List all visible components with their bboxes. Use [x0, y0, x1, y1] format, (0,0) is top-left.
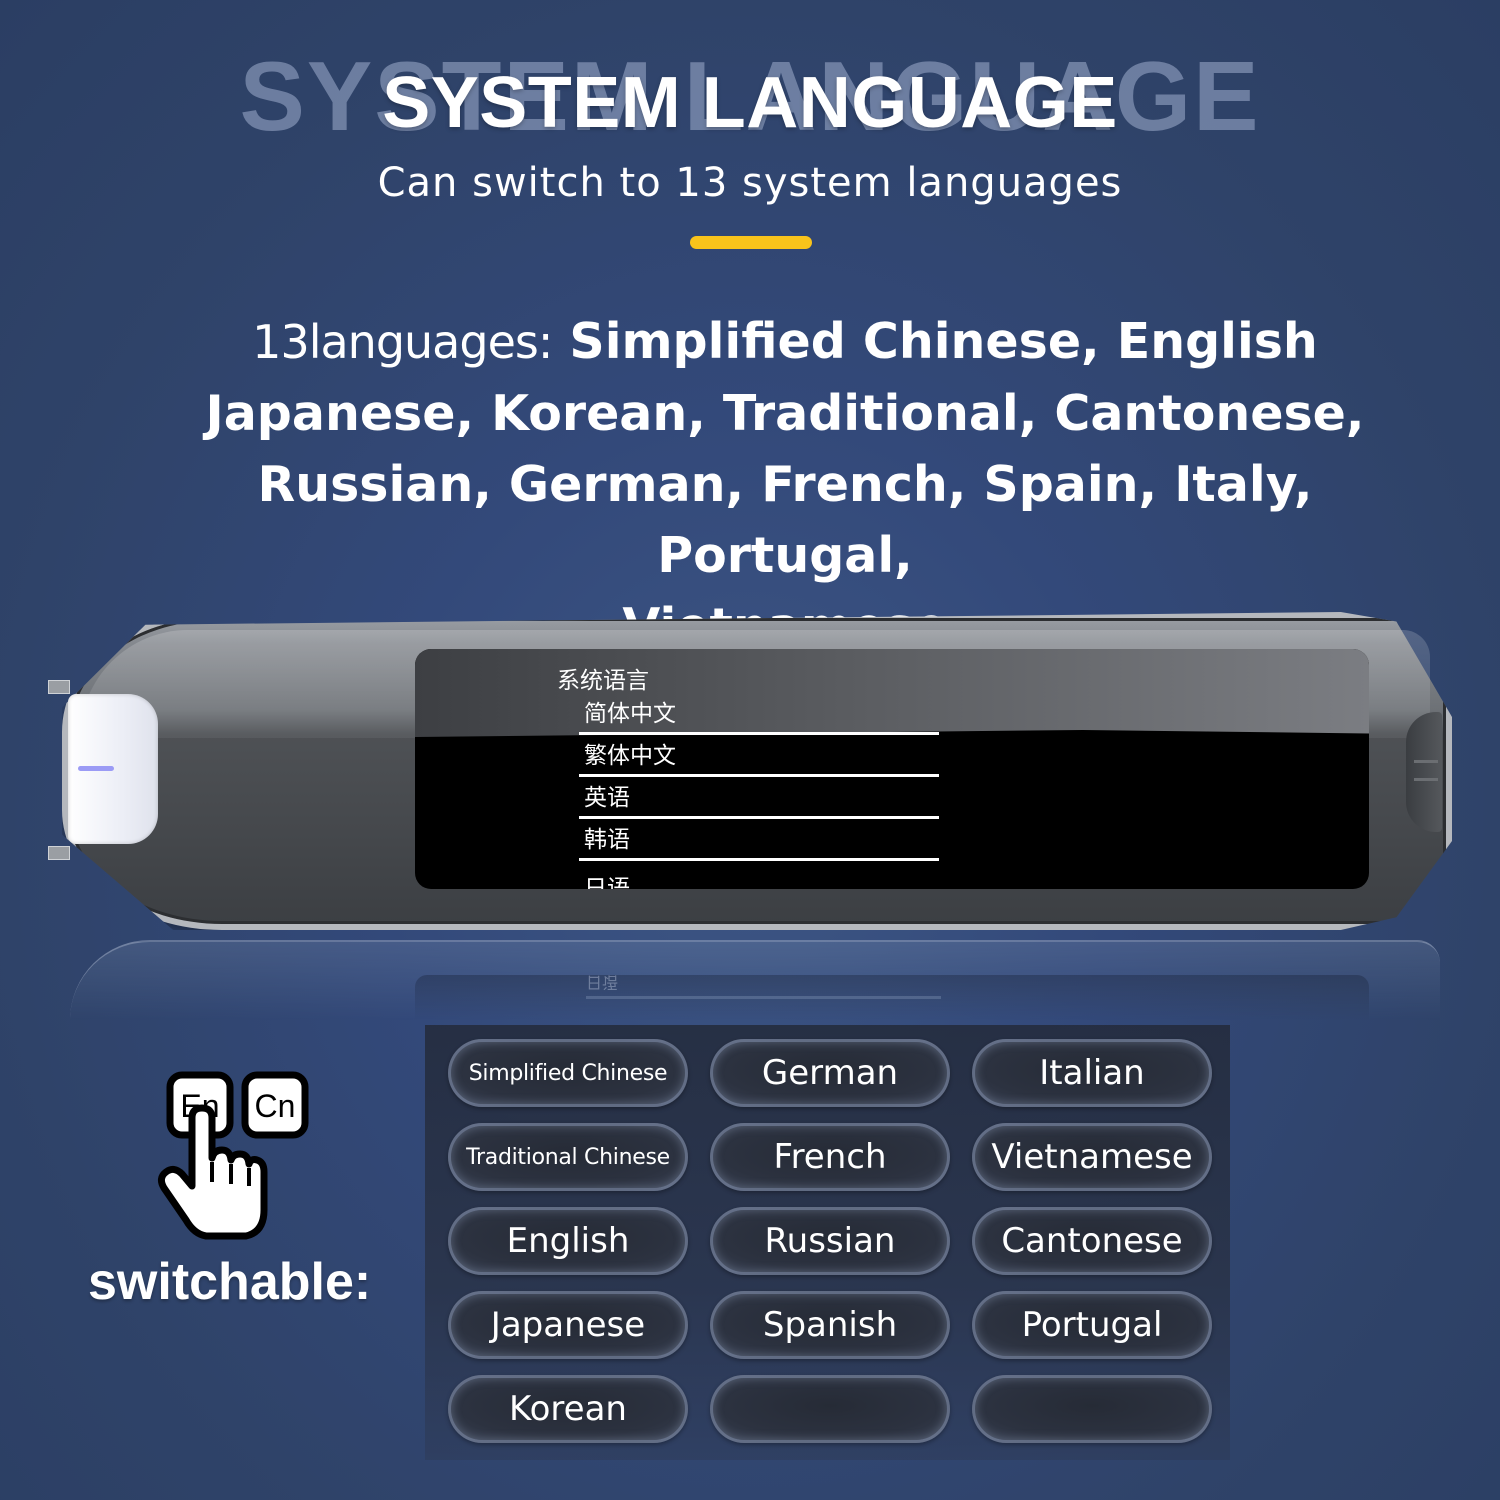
language-option-portugal[interactable]: Portugal — [972, 1291, 1212, 1359]
screen-menu-item[interactable]: 韩语 — [579, 819, 939, 861]
clip-tab-bottom — [48, 846, 70, 860]
language-option-vietnamese[interactable]: Vietnamese — [972, 1123, 1212, 1191]
description-line-3: Russian, German, French, Spain, Italy, P… — [257, 456, 1313, 584]
language-option-japanese[interactable]: Japanese — [448, 1291, 688, 1359]
screen-menu-item[interactable]: 英语 — [579, 777, 939, 819]
language-option-traditional-chinese[interactable]: Traditional Chinese — [448, 1123, 688, 1191]
language-option-english[interactable]: English — [448, 1207, 688, 1275]
screen-menu-item[interactable]: 简体中文 — [579, 693, 939, 735]
device-screen: 系统语言 简体中文 繁体中文 英语 韩语 日语 — [415, 649, 1369, 889]
reflection-text: 日语 — [586, 973, 619, 992]
description-line-2: Japanese, Korean, Traditional, Cantonese… — [205, 385, 1365, 442]
cn-key-label: Cn — [255, 1088, 296, 1124]
screen-menu-item-label: 简体中文 — [584, 701, 676, 727]
screen-menu-item-label: 繁体中文 — [584, 743, 676, 769]
screen-title: 系统语言 — [557, 668, 649, 694]
screen-menu-item-label: 英语 — [584, 785, 630, 811]
screen-menu-item-label: 韩语 — [584, 827, 630, 853]
screen-menu-item[interactable]: 繁体中文 — [579, 735, 939, 777]
side-button[interactable] — [1406, 712, 1442, 832]
screen-menu-item[interactable]: 日语 — [579, 865, 939, 889]
language-option-empty — [710, 1375, 950, 1443]
switch-language-icon: En Cn — [150, 1070, 320, 1245]
languages-description: 13languages: Simplified Chinese, English… — [140, 306, 1430, 662]
page-title: SYSTEM LANGUAGE — [382, 63, 1118, 143]
language-option-korean[interactable]: Korean — [448, 1375, 688, 1443]
language-option-russian[interactable]: Russian — [710, 1207, 950, 1275]
screen-menu-item-label: 日语 — [584, 876, 630, 889]
language-option-italian[interactable]: Italian — [972, 1039, 1212, 1107]
language-option-empty — [972, 1375, 1212, 1443]
accent-divider — [690, 236, 812, 249]
language-option-french[interactable]: French — [710, 1123, 950, 1191]
page-subtitle: Can switch to 13 system languages — [377, 160, 1123, 206]
description-line-1-text: Simplified Chinese, English — [569, 313, 1318, 370]
language-grid: Simplified Chinese Traditional Chinese E… — [425, 1025, 1230, 1460]
language-option-simplified-chinese[interactable]: Simplified Chinese — [448, 1039, 688, 1107]
description-line-1: 13languages: Simplified Chinese, English — [140, 306, 1430, 378]
language-option-spanish[interactable]: Spanish — [710, 1291, 950, 1359]
language-option-cantonese[interactable]: Cantonese — [972, 1207, 1212, 1275]
indicator-light — [78, 766, 114, 771]
cn-key-icon: Cn — [241, 1071, 309, 1139]
switchable-label: switchable: — [88, 1253, 372, 1311]
clip-tab-top — [48, 680, 70, 694]
description-lead: 13languages: — [252, 315, 553, 369]
reflection-line — [586, 996, 941, 999]
language-option-german[interactable]: German — [710, 1039, 950, 1107]
